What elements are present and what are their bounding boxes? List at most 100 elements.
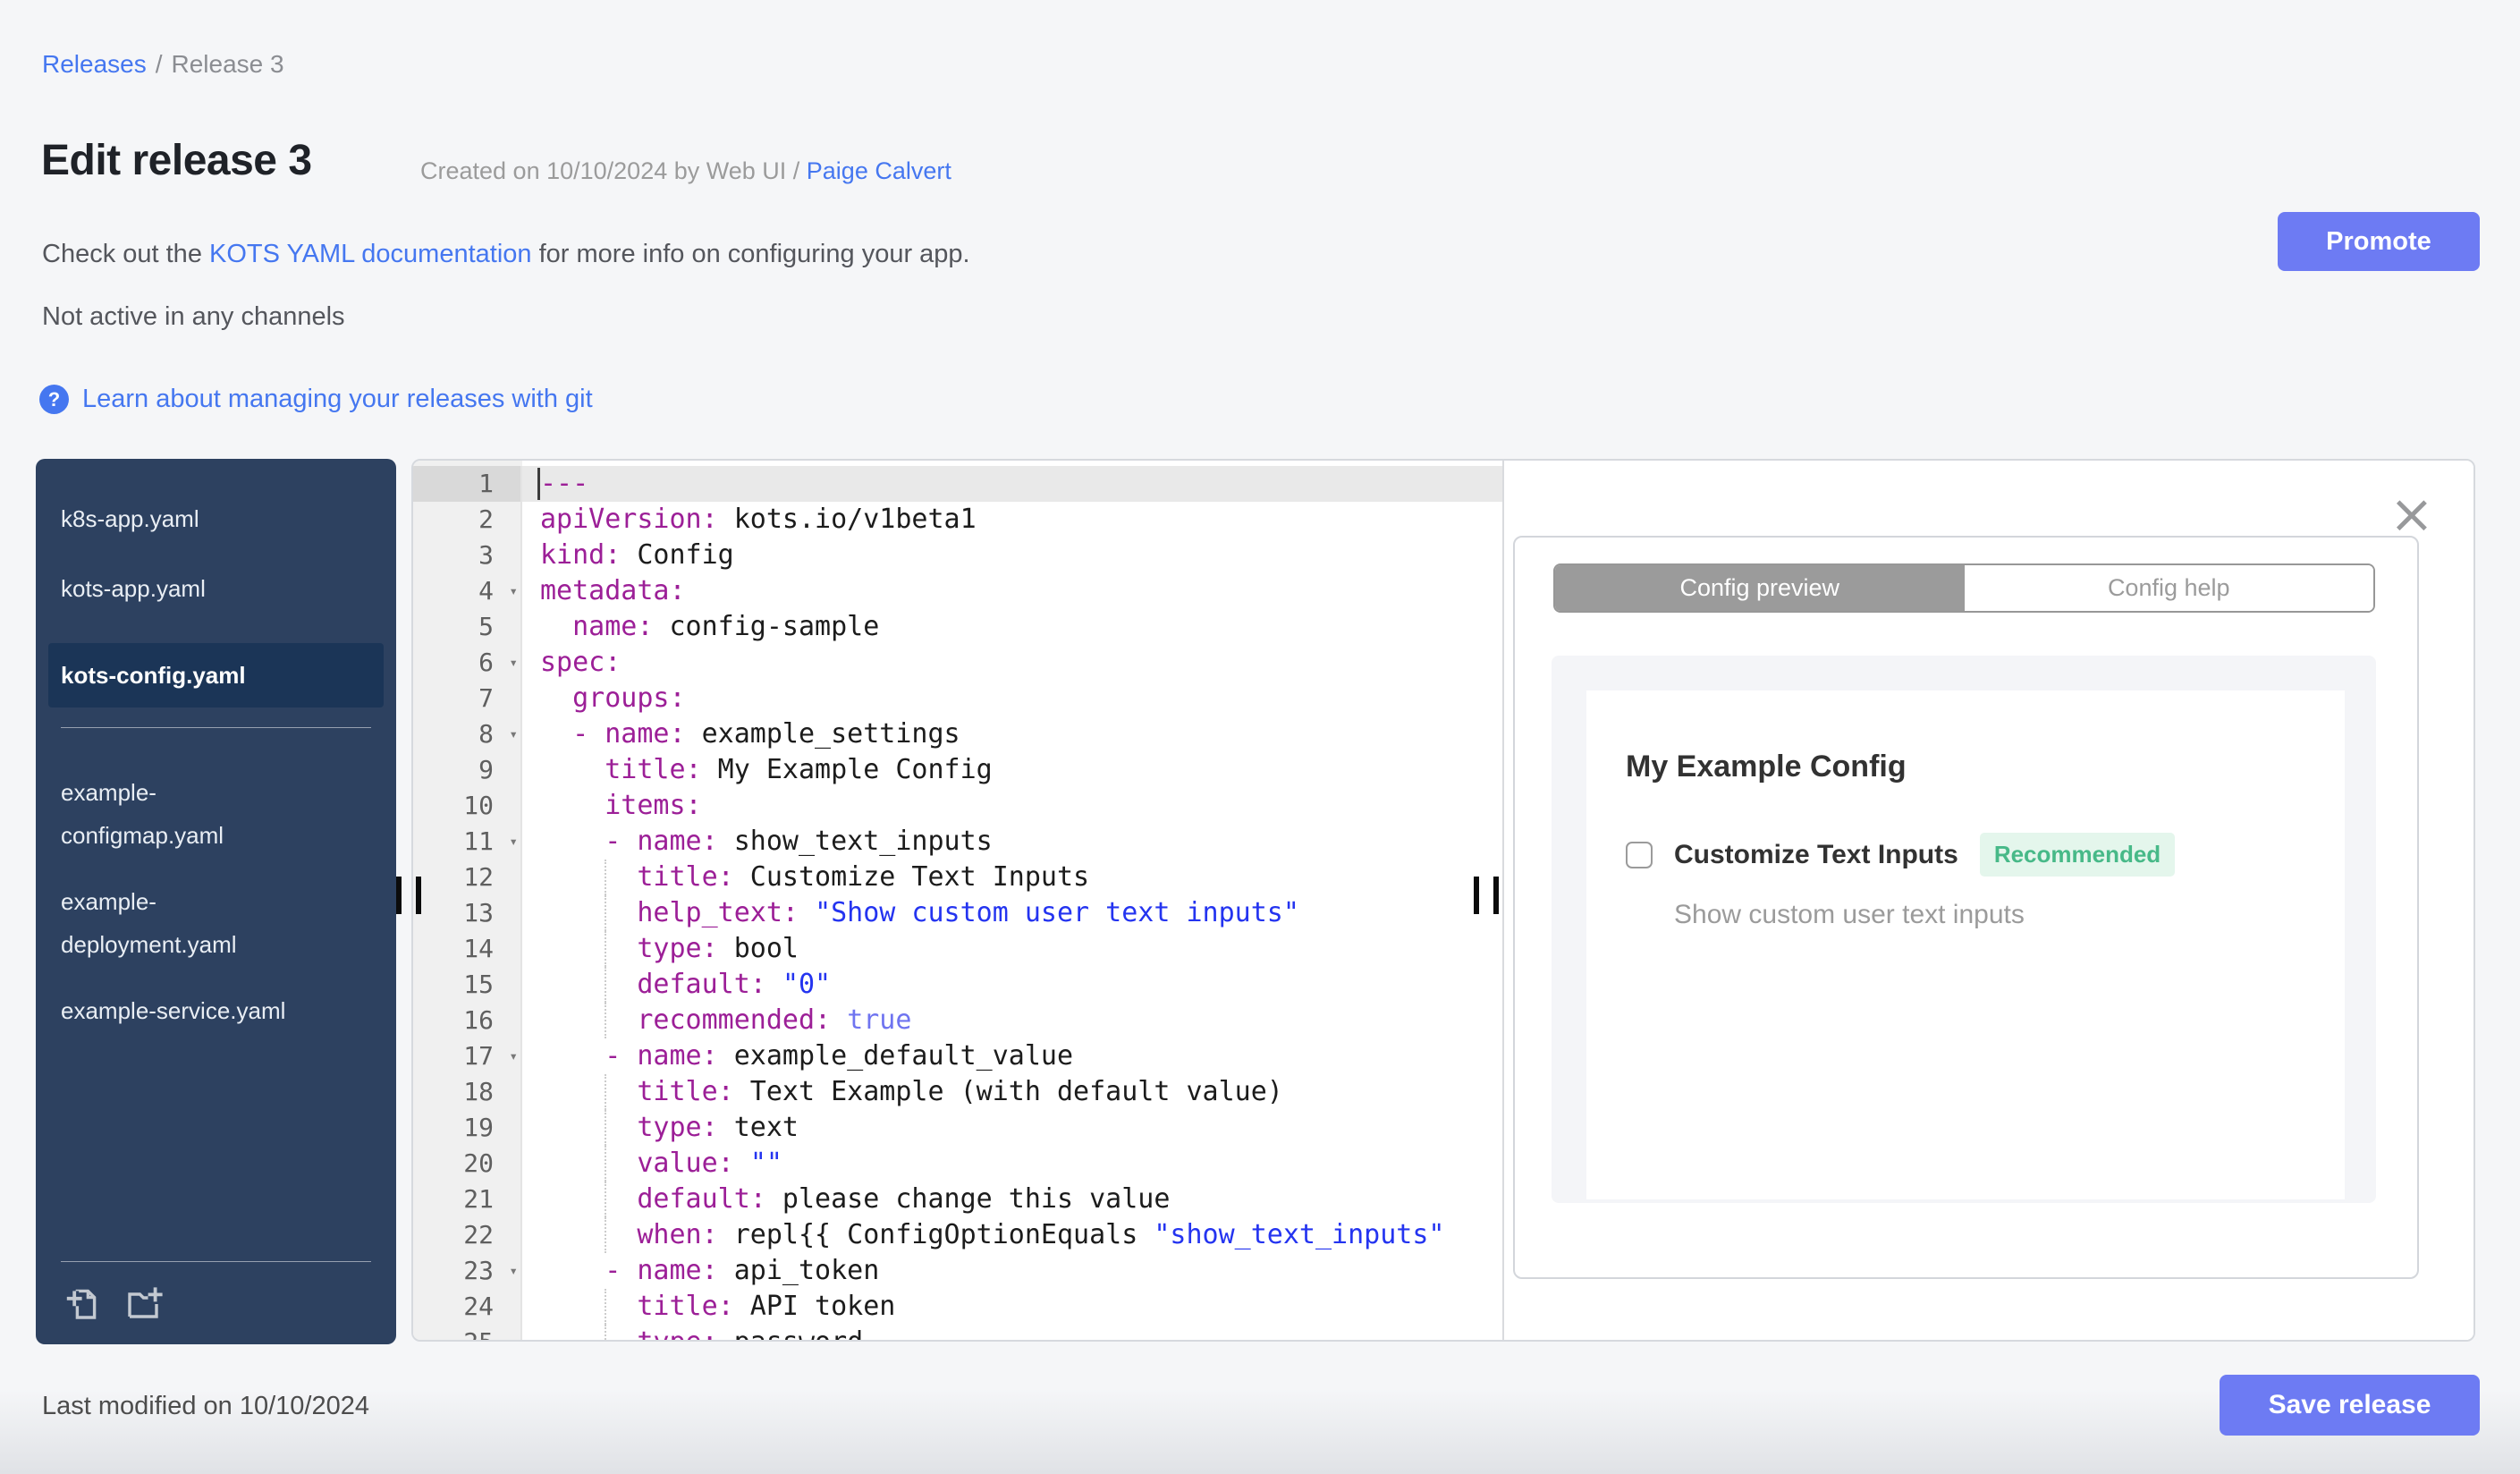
created-info: Created on 10/10/2024 by Web UI / Paige … — [420, 157, 951, 185]
code-line[interactable]: 2 apiVersion: kots.io/v1beta1 — [413, 502, 1502, 538]
tab-config-help[interactable]: Config help — [1964, 565, 2373, 611]
config-group-title: My Example Config — [1626, 750, 1907, 784]
code-line[interactable]: 25 type: password — [413, 1325, 1502, 1340]
code-line[interactable]: 14 type: bool — [413, 931, 1502, 967]
new-file-icon[interactable] — [61, 1282, 104, 1325]
file-tree-item[interactable]: kots-app.yaml — [61, 573, 304, 604]
code-line[interactable]: 21 default: please change this value — [413, 1182, 1502, 1217]
line-number: 20 — [413, 1146, 522, 1182]
code-text: type: password — [522, 1325, 1502, 1340]
file-tree-item[interactable]: example-deployment.yaml — [61, 880, 304, 966]
line-number: 10 — [413, 788, 522, 824]
config-render-area: My Example Config Customize Text Inputs … — [1552, 656, 2376, 1203]
code-text: title: Customize Text Inputs — [522, 860, 1502, 895]
code-line[interactable]: 17 ▾ - name: example_default_value — [413, 1038, 1502, 1074]
config-item-label[interactable]: Customize Text Inputs — [1674, 840, 1958, 870]
code-text: - name: show_text_inputs — [605, 826, 993, 857]
code-text: - name: api_token — [605, 1255, 880, 1286]
code-line[interactable]: 10 items: — [413, 788, 1502, 824]
code-text: kind: Config — [540, 539, 734, 571]
save-release-button[interactable]: Save release — [2220, 1375, 2480, 1436]
line-number: 2 — [413, 502, 522, 538]
file-tree-item[interactable]: example-configmap.yaml — [61, 771, 304, 857]
fold-toggle-icon[interactable]: ▾ — [509, 645, 518, 681]
file-tree-item[interactable]: kots-config.yaml — [48, 643, 384, 707]
tab-config-preview[interactable]: Config preview — [1555, 565, 1965, 611]
created-text: Created on 10/10/2024 by Web UI / — [420, 157, 807, 184]
config-group-card: My Example Config Customize Text Inputs … — [1586, 690, 2345, 1199]
code-text: groups: — [572, 682, 686, 714]
author-link[interactable]: Paige Calvert — [807, 157, 951, 184]
file-tree-item[interactable]: k8s-app.yaml — [61, 504, 304, 534]
config-tabs: Config preview Config help — [1553, 563, 2375, 613]
line-number: 14 — [413, 931, 522, 967]
code-text: --- — [522, 466, 1502, 502]
fold-toggle-icon[interactable]: ▾ — [509, 1253, 518, 1289]
line-number: 5 — [413, 609, 522, 645]
fold-toggle-icon[interactable]: ▾ — [509, 1038, 518, 1074]
sidebar-resize-handle[interactable] — [396, 877, 421, 914]
code-text: default: please change this value — [522, 1182, 1502, 1217]
code-text: title: My Example Config — [605, 754, 993, 785]
fold-toggle-icon[interactable]: ▾ — [509, 824, 518, 860]
config-item-row: Customize Text Inputs Recommended — [1626, 833, 2309, 877]
promote-button[interactable]: Promote — [2278, 212, 2480, 271]
code-line[interactable]: 3 kind: Config — [413, 538, 1502, 573]
code-text: name: config-sample — [572, 611, 880, 642]
code-line[interactable]: 5 name: config-sample — [413, 609, 1502, 645]
fold-toggle-icon[interactable]: ▾ — [509, 716, 518, 752]
code-text: apiVersion: kots.io/v1beta1 — [540, 504, 977, 535]
docs-hint-post: for more info on configuring your app. — [531, 240, 970, 268]
code-line[interactable]: 24 title: API token — [413, 1289, 1502, 1325]
code-line[interactable]: 12 title: Customize Text Inputs — [413, 860, 1502, 895]
line-number: 4 ▾ — [413, 573, 522, 609]
code-line[interactable]: 1 --- — [413, 466, 1502, 502]
close-icon[interactable]: × — [2389, 487, 2434, 541]
fold-toggle-icon[interactable]: ▾ — [509, 573, 518, 609]
code-line[interactable]: 23 ▾ - name: api_token — [413, 1253, 1502, 1289]
code-line[interactable]: 16 recommended: true — [413, 1003, 1502, 1038]
editor-resize-handle[interactable] — [1474, 877, 1499, 914]
code-line[interactable]: 13 help_text: "Show custom user text inp… — [413, 895, 1502, 931]
file-tree: k8s-app.yaml kots-app.yaml kots-config.yam… — [36, 459, 396, 1344]
file-tree-item[interactable]: example-service.yaml — [61, 989, 304, 1032]
line-number: 16 — [413, 1003, 522, 1038]
code-text: default: "0" — [522, 967, 1502, 1003]
page: Releases / Release 3 Edit release 3 Create… — [0, 0, 2520, 1474]
code-line[interactable]: 4 ▾ metadata: — [413, 573, 1502, 609]
line-number: 21 — [413, 1182, 522, 1217]
docs-hint-pre: Check out the — [42, 240, 209, 268]
code-line[interactable]: 9 title: My Example Config — [413, 752, 1502, 788]
line-number: 13 — [413, 895, 522, 931]
question-icon[interactable]: ? — [39, 385, 69, 414]
code-line[interactable]: 6 ▾ spec: — [413, 645, 1502, 681]
code-line[interactable]: 19 type: text — [413, 1110, 1502, 1146]
breadcrumb-current: Release 3 — [171, 50, 284, 78]
code-text: metadata: — [540, 575, 686, 606]
code-text: items: — [605, 790, 702, 821]
code-text: help_text: "Show custom user text inputs… — [522, 895, 1502, 931]
git-releases-link[interactable]: Learn about managing your releases with … — [82, 385, 593, 414]
code-line[interactable]: 22 when: repl{{ ConfigOptionEquals "show… — [413, 1217, 1502, 1253]
code-text: title: API token — [522, 1289, 1502, 1325]
line-number: 6 ▾ — [413, 645, 522, 681]
code-text: type: bool — [522, 931, 1502, 967]
yaml-editor[interactable]: 1 --- 2 apiVersion: kots.io/v1beta1 3 kind: C… — [413, 461, 1502, 1340]
code-line[interactable]: 20 value: "" — [413, 1146, 1502, 1182]
code-line[interactable]: 18 title: Text Example (with default val… — [413, 1074, 1502, 1110]
code-line[interactable]: 15 default: "0" — [413, 967, 1502, 1003]
channel-status: Not active in any channels — [42, 302, 345, 331]
code-line[interactable]: 8 ▾ - name: example_settings — [413, 716, 1502, 752]
code-line[interactable]: 7 groups: — [413, 681, 1502, 716]
file-tree-divider — [61, 727, 371, 728]
footer-fade — [0, 1389, 2520, 1474]
breadcrumb-releases-link[interactable]: Releases — [42, 50, 147, 78]
line-number: 7 — [413, 681, 522, 716]
git-help-row: ? Learn about managing your releases wit… — [39, 385, 593, 414]
code-line[interactable]: 11 ▾ - name: show_text_inputs — [413, 824, 1502, 860]
line-number: 12 — [413, 860, 522, 895]
new-folder-icon[interactable] — [122, 1282, 165, 1325]
kots-docs-link[interactable]: KOTS YAML documentation — [209, 240, 532, 268]
customize-text-inputs-checkbox[interactable] — [1626, 841, 1653, 868]
line-number: 9 — [413, 752, 522, 788]
